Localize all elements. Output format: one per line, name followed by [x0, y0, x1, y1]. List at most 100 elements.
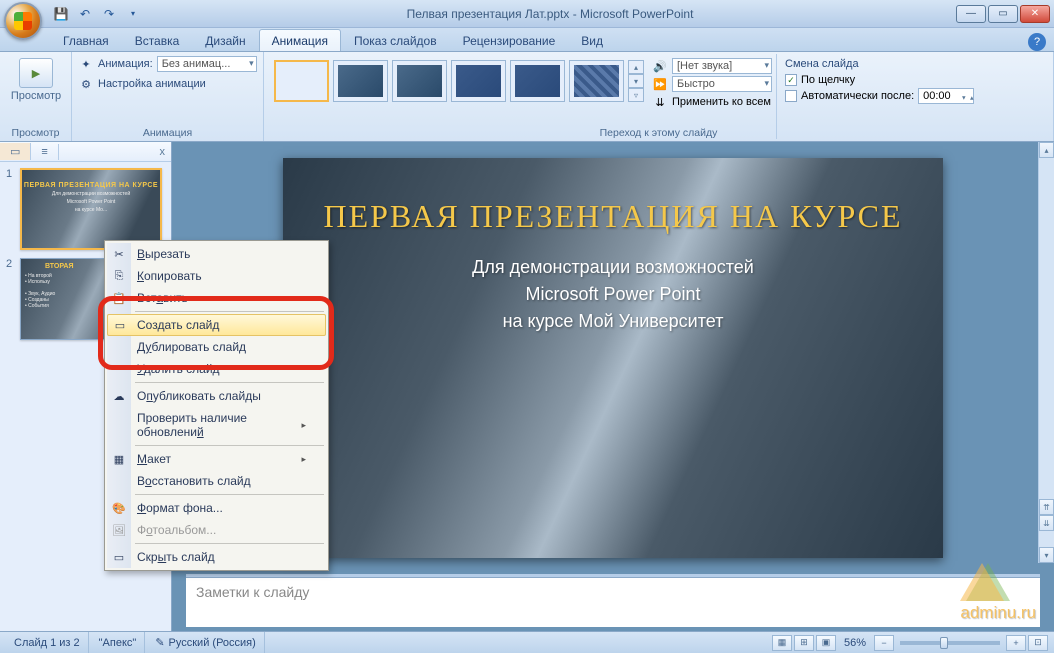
slide-thumbnail-1[interactable]: ПЕРВАЯ ПРЕЗЕНТАЦИЯ НА КУРСЕ Для демонстр… — [20, 168, 162, 250]
ctx-delete[interactable]: Удалить слайд — [107, 358, 326, 380]
zoom-percent[interactable]: 56% — [844, 637, 866, 649]
slide-text-1[interactable]: Для демонстрации возможностей — [313, 257, 913, 278]
new-slide-icon: ▭ — [112, 317, 128, 333]
auto-time-input[interactable]: 00:00 — [918, 88, 974, 104]
tab-insert[interactable]: Вставка — [122, 29, 193, 51]
speed-icon: ⏩ — [652, 76, 668, 92]
ctx-photo-album: 🖼Фотоальбом... — [107, 519, 326, 541]
cut-icon: ✂ — [111, 246, 127, 262]
thumb-title: ПЕРВАЯ ПРЕЗЕНТАЦИЯ НА КУРСЕ — [22, 170, 160, 189]
ctx-publish[interactable]: ☁Опубликовать слайды — [107, 385, 326, 407]
thumb-title: ВТОРАЯ — [45, 263, 73, 270]
ctx-check-updates[interactable]: Проверить наличие обновлений▸ — [107, 407, 326, 443]
gallery-up-icon[interactable]: ▴ — [628, 60, 644, 74]
redo-icon[interactable]: ↷ — [98, 4, 120, 24]
layout-icon: ▦ — [111, 451, 127, 467]
on-click-checkbox[interactable]: ✓ — [785, 74, 797, 86]
scroll-up-icon[interactable]: ▴ — [1039, 142, 1054, 158]
preview-button[interactable]: ▶ Просмотр — [6, 54, 66, 102]
animate-dropdown[interactable]: Без анимац... — [157, 56, 257, 72]
tab-design[interactable]: Дизайн — [192, 29, 258, 51]
thumb-sub: на курсе Мо... — [22, 205, 160, 213]
sound-icon: 🔊 — [652, 58, 668, 74]
slide-title[interactable]: ПЕРВАЯ ПРЕЗЕНТАЦИЯ НА КУРСЕ — [313, 198, 913, 235]
thumb-number: 2 — [6, 258, 16, 340]
transition-item[interactable] — [569, 60, 624, 102]
ctx-copy[interactable]: ⎘Копировать — [107, 265, 326, 287]
zoom-slider[interactable] — [900, 641, 1000, 645]
paste-icon: 📋 — [111, 290, 127, 306]
tab-animation[interactable]: Анимация — [259, 29, 341, 51]
context-menu: ✂Вырезать ⎘Копировать 📋Вставить ▭Создать… — [104, 240, 329, 571]
slides-tab-icon[interactable]: ▭ — [0, 143, 31, 160]
fit-window-icon[interactable]: ⊡ — [1028, 635, 1048, 651]
vertical-scrollbar[interactable]: ▴ ⇈⇊ ▾ — [1038, 142, 1054, 563]
slide-text-3[interactable]: на курсе Мой Университет — [313, 311, 913, 332]
status-slide-count: Слайд 1 из 2 — [6, 632, 89, 653]
transition-none[interactable] — [274, 60, 329, 102]
view-sorter-icon[interactable]: ⊞ — [794, 635, 814, 651]
tab-home[interactable]: Главная — [50, 29, 122, 51]
close-button[interactable]: ✕ — [1020, 5, 1050, 23]
save-icon[interactable]: 💾 — [50, 4, 72, 24]
ctx-paste[interactable]: 📋Вставить — [107, 287, 326, 309]
tab-slideshow[interactable]: Показ слайдов — [341, 29, 450, 51]
office-button[interactable] — [4, 2, 42, 40]
custom-anim-label: Настройка анимации — [98, 78, 206, 90]
next-slide-icon[interactable]: ⇊ — [1039, 515, 1054, 531]
ctx-cut[interactable]: ✂Вырезать — [107, 243, 326, 265]
group-animation-label: Анимация — [72, 127, 263, 139]
status-bar: Слайд 1 из 2 "Апекс" ✎Русский (Россия) ▦… — [0, 631, 1054, 653]
view-slideshow-icon[interactable]: ▣ — [816, 635, 836, 651]
preview-label: Просмотр — [11, 90, 61, 102]
animate-label: Анимация: — [98, 58, 153, 70]
speed-dropdown[interactable]: Быстро — [672, 76, 772, 92]
gallery-down-icon[interactable]: ▾ — [628, 74, 644, 88]
advance-title: Смена слайда — [785, 58, 974, 70]
ctx-new-slide[interactable]: ▭Создать слайд — [107, 314, 326, 336]
qat-dropdown-icon[interactable]: ▾ — [122, 4, 144, 24]
status-language[interactable]: ✎Русский (Россия) — [147, 632, 265, 653]
view-normal-icon[interactable]: ▦ — [772, 635, 792, 651]
apply-all-button[interactable]: ⇊Применить ко всем — [652, 94, 772, 110]
thumb-sub: Microsoft Power Point — [22, 197, 160, 205]
custom-animation-button[interactable]: ⚙ Настройка анимации — [78, 74, 257, 94]
ctx-hide[interactable]: ▭Скрыть слайд — [107, 546, 326, 568]
gallery-more-icon[interactable]: ▿ — [628, 88, 644, 102]
ctx-duplicate[interactable]: Дублировать слайд — [107, 336, 326, 358]
ctx-format-bg[interactable]: 🎨Формат фона... — [107, 497, 326, 519]
ctx-reset[interactable]: Восстановить слайд — [107, 470, 326, 492]
publish-icon: ☁ — [111, 388, 127, 404]
transition-item[interactable] — [510, 60, 565, 102]
tab-view[interactable]: Вид — [568, 29, 616, 51]
slide-canvas[interactable]: ПЕРВАЯ ПРЕЗЕНТАЦИЯ НА КУРСЕ Для демонстр… — [283, 158, 943, 558]
prev-slide-icon[interactable]: ⇈ — [1039, 499, 1054, 515]
apply-all-label: Применить ко всем — [672, 96, 771, 108]
notes-pane[interactable]: Заметки к слайду — [186, 577, 1040, 627]
auto-after-label: Автоматически после: — [801, 90, 914, 102]
help-icon[interactable]: ? — [1028, 33, 1046, 51]
undo-icon[interactable]: ↶ — [74, 4, 96, 24]
slide-text-2[interactable]: Microsoft Power Point — [313, 284, 913, 305]
zoom-out-icon[interactable]: − — [874, 635, 894, 651]
tab-review[interactable]: Рецензирование — [450, 29, 569, 51]
transition-item[interactable] — [333, 60, 388, 102]
maximize-button[interactable]: ▭ — [988, 5, 1018, 23]
zoom-in-icon[interactable]: + — [1006, 635, 1026, 651]
transition-item[interactable] — [392, 60, 447, 102]
panel-close-icon[interactable]: x — [154, 146, 172, 158]
auto-after-checkbox[interactable] — [785, 90, 797, 102]
ctx-layout[interactable]: ▦Макет▸ — [107, 448, 326, 470]
outline-tab-icon[interactable]: ≡ — [31, 144, 58, 160]
scroll-down-icon[interactable]: ▾ — [1039, 547, 1054, 563]
thumb-number: 1 — [6, 168, 16, 250]
thumb-sub: Для демонстрации возможностей — [22, 189, 160, 197]
transition-item[interactable] — [451, 60, 506, 102]
sound-dropdown[interactable]: [Нет звука] — [672, 58, 772, 74]
watermark-triangle — [960, 563, 1004, 601]
quick-access-toolbar: 💾 ↶ ↷ ▾ — [50, 4, 144, 24]
ribbon-tabs: Главная Вставка Дизайн Анимация Показ сл… — [0, 28, 1054, 52]
minimize-button[interactable]: — — [956, 5, 986, 23]
window-title: Пелвая презентация Лат.pptx - Microsoft … — [144, 7, 956, 21]
title-bar: 💾 ↶ ↷ ▾ Пелвая презентация Лат.pptx - Mi… — [0, 0, 1054, 28]
